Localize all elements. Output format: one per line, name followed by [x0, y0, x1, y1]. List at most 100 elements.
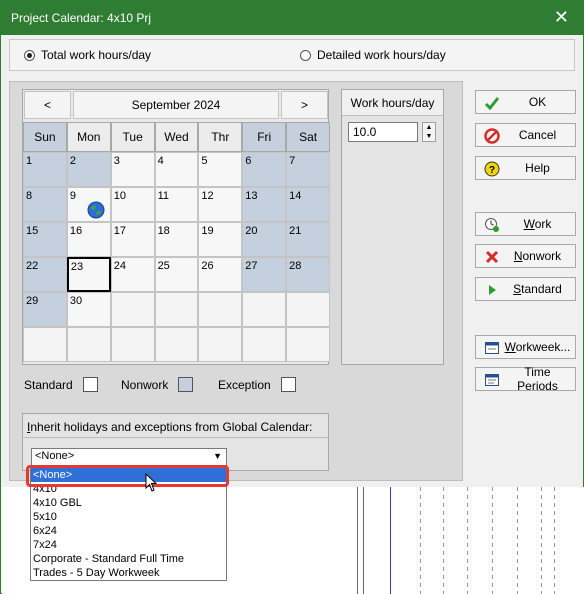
gantt-gridline — [357, 487, 358, 594]
calendar-day[interactable]: 9 — [66, 187, 111, 222]
calendar-day[interactable]: 14 — [286, 187, 330, 222]
day-number: 18 — [157, 225, 170, 237]
inherit-label: Inherit holidays and exceptions from Glo… — [27, 420, 313, 434]
calendar-day[interactable]: 8 — [23, 187, 67, 222]
standard-label: Standard — [513, 282, 562, 296]
help-button[interactable]: ? Help — [475, 156, 576, 180]
calendar-day[interactable]: 28 — [286, 257, 330, 292]
play-icon — [489, 285, 496, 295]
dropdown-option[interactable]: 4x10 GBL — [31, 496, 226, 510]
calendar-day[interactable]: 15 — [23, 222, 67, 257]
dropdown-option[interactable]: 7x24 — [31, 538, 226, 552]
day-number: 21 — [289, 225, 302, 237]
window-title: Project Calendar: 4x10 Prj — [11, 11, 152, 25]
next-month-button[interactable]: > — [281, 91, 328, 119]
calendar-empty-cell — [110, 327, 155, 362]
day-number: 15 — [26, 225, 39, 237]
calendar-day[interactable]: 2 — [66, 152, 111, 187]
calendar-empty-cell — [66, 327, 111, 362]
checkmark-icon — [484, 97, 500, 111]
calendar-day[interactable]: 16 — [66, 222, 111, 257]
gantt-gridline — [541, 487, 542, 594]
ok-button[interactable]: OK — [475, 90, 576, 114]
calendar-day[interactable]: 3 — [110, 152, 155, 187]
calendar-day[interactable]: 1 — [23, 152, 67, 187]
svg-text:?: ? — [489, 165, 495, 176]
project-calendar-dialog: Project Calendar: 4x10 Prj ✕ Total work … — [0, 0, 584, 594]
help-icon: ? — [484, 161, 500, 177]
calendar-day[interactable]: 5 — [198, 152, 243, 187]
detailed-hours-radio[interactable]: Detailed work hours/day — [300, 48, 446, 62]
spin-up-icon[interactable]: ▲ — [423, 123, 435, 132]
gantt-gridline — [443, 487, 444, 594]
calendar-icon — [485, 342, 499, 354]
calendar-day[interactable]: 4 — [154, 152, 199, 187]
work-label: Work — [523, 217, 552, 231]
dropdown-option[interactable]: 6x24 — [31, 524, 226, 538]
close-icon[interactable]: ✕ — [554, 7, 569, 28]
calendar-day[interactable]: 10 — [110, 187, 155, 222]
calendar-day[interactable]: 21 — [286, 222, 330, 257]
calendar-day[interactable]: 27 — [242, 257, 287, 292]
cancel-button[interactable]: Cancel — [475, 123, 576, 147]
calendar-empty-cell — [110, 292, 155, 327]
day-number: 26 — [201, 260, 214, 272]
day-number: 24 — [113, 260, 126, 272]
work-hours-panel: Work hours/day 10.0 ▲ ▼ — [341, 89, 444, 365]
calendar-day[interactable]: 13 — [242, 187, 287, 222]
dropdown-option[interactable]: Trades - 5 Day Workweek — [31, 566, 226, 580]
time-periods-icon — [485, 374, 499, 386]
calendar-empty-cell — [154, 292, 199, 327]
hours-mode-group: Total work hours/day Detailed work hours… — [9, 39, 575, 71]
total-hours-label: Total work hours/day — [41, 48, 152, 62]
calendar-empty-cell — [286, 292, 330, 327]
calendar-day[interactable]: 22 — [23, 257, 67, 292]
day-number: 30 — [69, 295, 83, 307]
calendar-day[interactable]: 20 — [242, 222, 287, 257]
calendar-day[interactable]: 30 — [66, 292, 111, 327]
calendar-day[interactable]: 12 — [198, 187, 243, 222]
spin-down-icon[interactable]: ▼ — [423, 132, 435, 141]
day-header: Fri — [242, 122, 287, 152]
day-header: Thr — [198, 122, 243, 152]
dropdown-option[interactable]: 5x10 — [31, 510, 226, 524]
radio-unselected-icon — [300, 49, 311, 61]
calendar-day[interactable]: 17 — [110, 222, 155, 257]
work-hours-spinner[interactable]: ▲ ▼ — [422, 122, 436, 142]
day-header: Sat — [286, 122, 330, 152]
total-hours-radio[interactable]: Total work hours/day — [24, 48, 151, 62]
calendar-day[interactable]: 11 — [154, 187, 199, 222]
detailed-hours-label: Detailed work hours/day — [317, 48, 446, 62]
nonwork-button[interactable]: Nonwork — [475, 244, 576, 268]
dropdown-arrow-icon[interactable]: ▼ — [213, 451, 222, 461]
calendar-day[interactable]: 19 — [198, 222, 243, 257]
day-number: 28 — [289, 260, 302, 272]
calendar-day[interactable]: 24 — [110, 257, 155, 292]
month-calendar: < September 2024 > Sun Mon Tue Wed Thr Fri Sat… — [22, 89, 330, 365]
cancel-icon — [484, 128, 500, 144]
calendar-day[interactable]: 6 — [242, 152, 287, 187]
time-periods-button[interactable]: Time Periods — [475, 365, 576, 393]
legend-nonwork: Nonwork — [121, 377, 194, 392]
workweek-button[interactable]: Workweek... — [475, 335, 576, 359]
calendar-day[interactable]: 25 — [154, 257, 199, 292]
day-number: 14 — [289, 190, 302, 202]
calendar-day[interactable]: 23 — [66, 257, 111, 292]
calendar-empty-cell — [198, 327, 243, 362]
dropdown-option[interactable]: Corporate - Standard Full Time — [31, 552, 226, 566]
work-hours-input[interactable]: 10.0 — [348, 122, 418, 142]
exception-swatch — [280, 377, 296, 392]
standard-button[interactable]: Standard — [475, 277, 576, 301]
calendar-day[interactable]: 29 — [23, 292, 67, 327]
previous-month-button[interactable]: < — [24, 91, 71, 119]
calendar-empty-cell — [23, 327, 67, 362]
calendar-day[interactable]: 7 — [286, 152, 330, 187]
calendar-day[interactable]: 26 — [198, 257, 243, 292]
calendar-day[interactable]: 18 — [154, 222, 199, 257]
day-number: 4 — [157, 155, 164, 167]
inherit-calendar-select[interactable]: <None> ▼ — [31, 448, 227, 466]
cancel-label: Cancel — [518, 128, 557, 142]
day-number: 16 — [69, 225, 83, 237]
work-button[interactable]: Work — [475, 212, 576, 236]
month-title: September 2024 — [73, 91, 279, 119]
